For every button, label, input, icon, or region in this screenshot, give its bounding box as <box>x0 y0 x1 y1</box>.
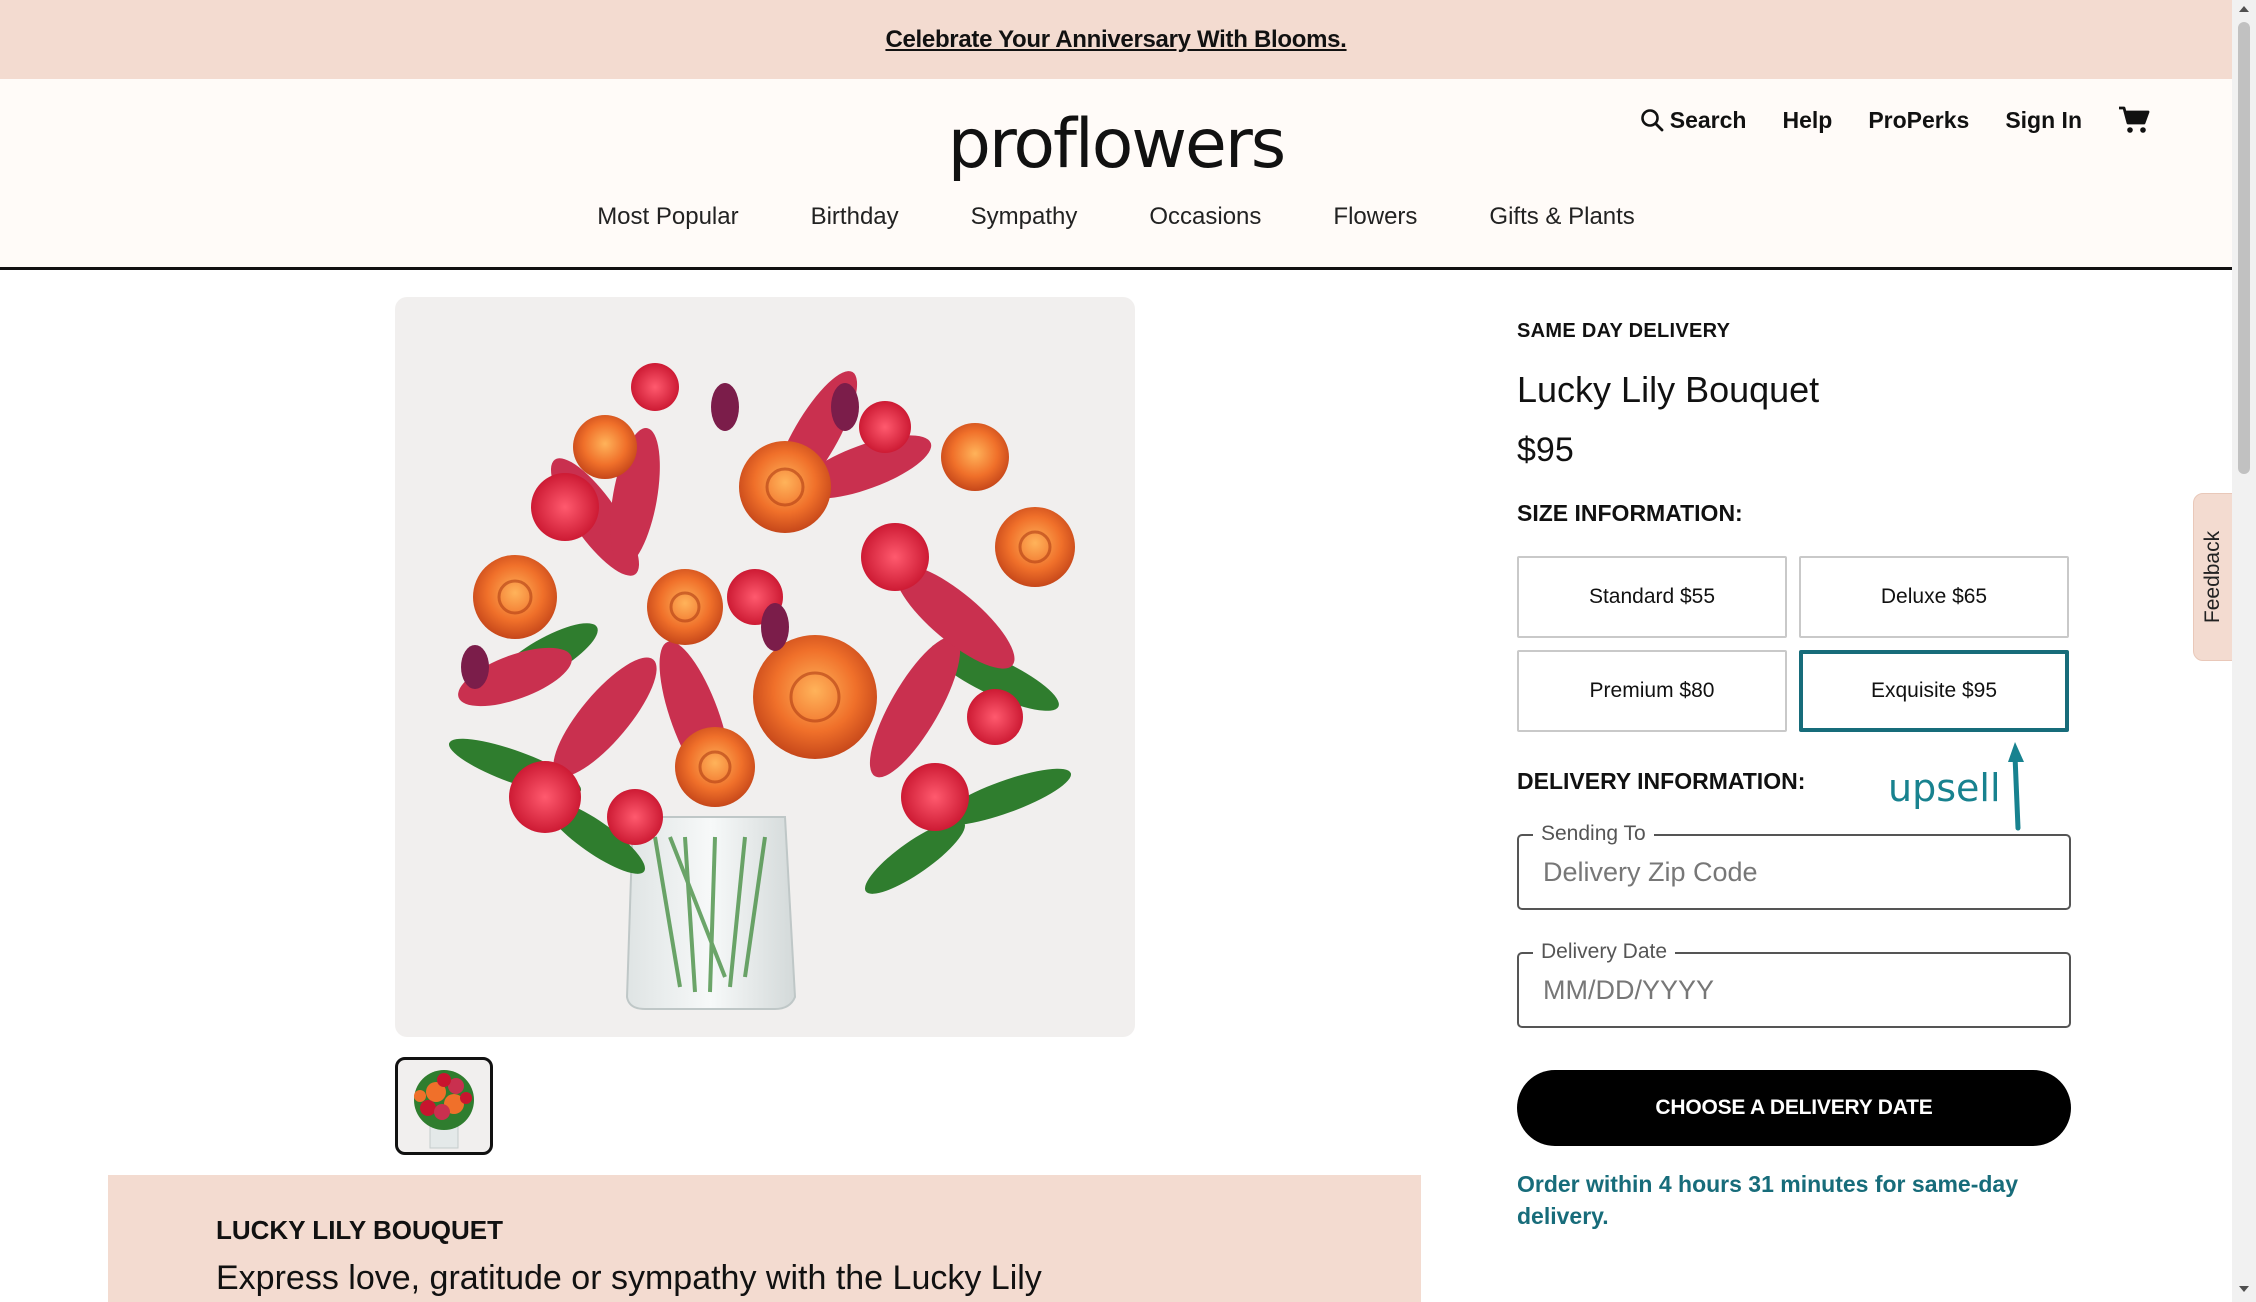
upsell-arrow-icon <box>2008 742 2024 831</box>
same-day-label: SAME DAY DELIVERY <box>1517 320 1731 342</box>
search-icon <box>1640 108 1664 132</box>
size-premium-button[interactable]: Premium $80 <box>1517 650 1787 732</box>
product-info: SAME DAY DELIVERY Lucky Lily Bouquet $95… <box>1517 320 2071 1229</box>
same-day-cutoff-text: Order within 4 hours 31 minutes for same… <box>1517 1171 2019 1229</box>
delivery-date-label: Delivery Date <box>1533 940 1676 964</box>
product-thumbnail[interactable] <box>395 1057 493 1155</box>
choose-delivery-date-button[interactable]: CHOOSE A DELIVERY DATE <box>1517 1070 2071 1146</box>
size-exquisite-button[interactable]: Exquisite $95 <box>1799 650 2069 732</box>
product-title: Lucky Lily Bouquet <box>1517 369 1820 410</box>
nav-occasions[interactable]: Occasions <box>1149 203 1261 231</box>
nav-gifts-plants[interactable]: Gifts & Plants <box>1489 203 1634 231</box>
size-standard-button[interactable]: Standard $55 <box>1517 556 1787 638</box>
product-price: $95 <box>1517 431 1574 469</box>
nav-birthday[interactable]: Birthday <box>811 203 899 231</box>
bouquet-illustration <box>448 363 1075 1010</box>
sending-to-label: Sending To <box>1533 822 1654 846</box>
delivery-heading: DELIVERY INFORMATION: <box>1517 768 1806 794</box>
cart-icon <box>2118 105 2150 135</box>
sign-in-label: Sign In <box>2005 106 2082 133</box>
sign-in-link[interactable]: Sign In <box>2005 107 2082 134</box>
description-text: Express love, gratitude or sympathy with… <box>216 1259 1042 1297</box>
nav-most-popular[interactable]: Most Popular <box>597 203 738 231</box>
description-title: LUCKY LILY BOUQUET <box>216 1215 504 1245</box>
size-deluxe-button[interactable]: Deluxe $65 <box>1799 556 2069 638</box>
thumbnail-illustration <box>414 1070 474 1149</box>
cart-button[interactable] <box>2118 105 2150 135</box>
properks-label: ProPerks <box>1868 106 1970 133</box>
promo-link[interactable]: Celebrate Your Anniversary With Blooms. <box>885 26 1346 54</box>
size-heading: SIZE INFORMATION: <box>1517 500 1743 526</box>
utility-nav: Search Help ProPerks Sign In <box>1640 105 2150 135</box>
properks-link[interactable]: ProPerks <box>1868 107 1969 134</box>
scroll-up-icon[interactable] <box>2238 4 2250 14</box>
site-header: proflowers Search Help ProPerks Sign In … <box>0 79 2232 270</box>
promo-banner: Celebrate Your Anniversary With Blooms. <box>0 0 2232 79</box>
feedback-tab[interactable]: Feedback <box>2193 493 2233 661</box>
page-scrollbar[interactable] <box>2232 0 2256 1302</box>
main-nav: Most Popular Birthday Sympathy Occasions… <box>0 203 2232 231</box>
zip-code-field[interactable]: Sending To <box>1517 822 2071 910</box>
scroll-thumb[interactable] <box>2238 22 2250 474</box>
search-label: Search <box>1669 106 1747 133</box>
product-image[interactable] <box>395 297 1135 1037</box>
search-link[interactable]: Search <box>1640 106 1747 134</box>
help-link[interactable]: Help <box>1782 107 1832 134</box>
feedback-label: Feedback <box>2201 530 2225 624</box>
zip-code-input[interactable] <box>1543 854 2043 890</box>
description-panel: LUCKY LILY BOUQUET Express love, gratitu… <box>108 1175 1421 1302</box>
delivery-date-input[interactable] <box>1543 972 2043 1008</box>
upsell-annotation: upsell <box>1888 766 2001 810</box>
help-label: Help <box>1782 106 1833 133</box>
nav-sympathy[interactable]: Sympathy <box>971 203 1078 231</box>
scroll-down-icon[interactable] <box>2238 1284 2250 1294</box>
delivery-date-field[interactable]: Delivery Date <box>1517 940 2071 1028</box>
nav-flowers[interactable]: Flowers <box>1333 203 1417 231</box>
